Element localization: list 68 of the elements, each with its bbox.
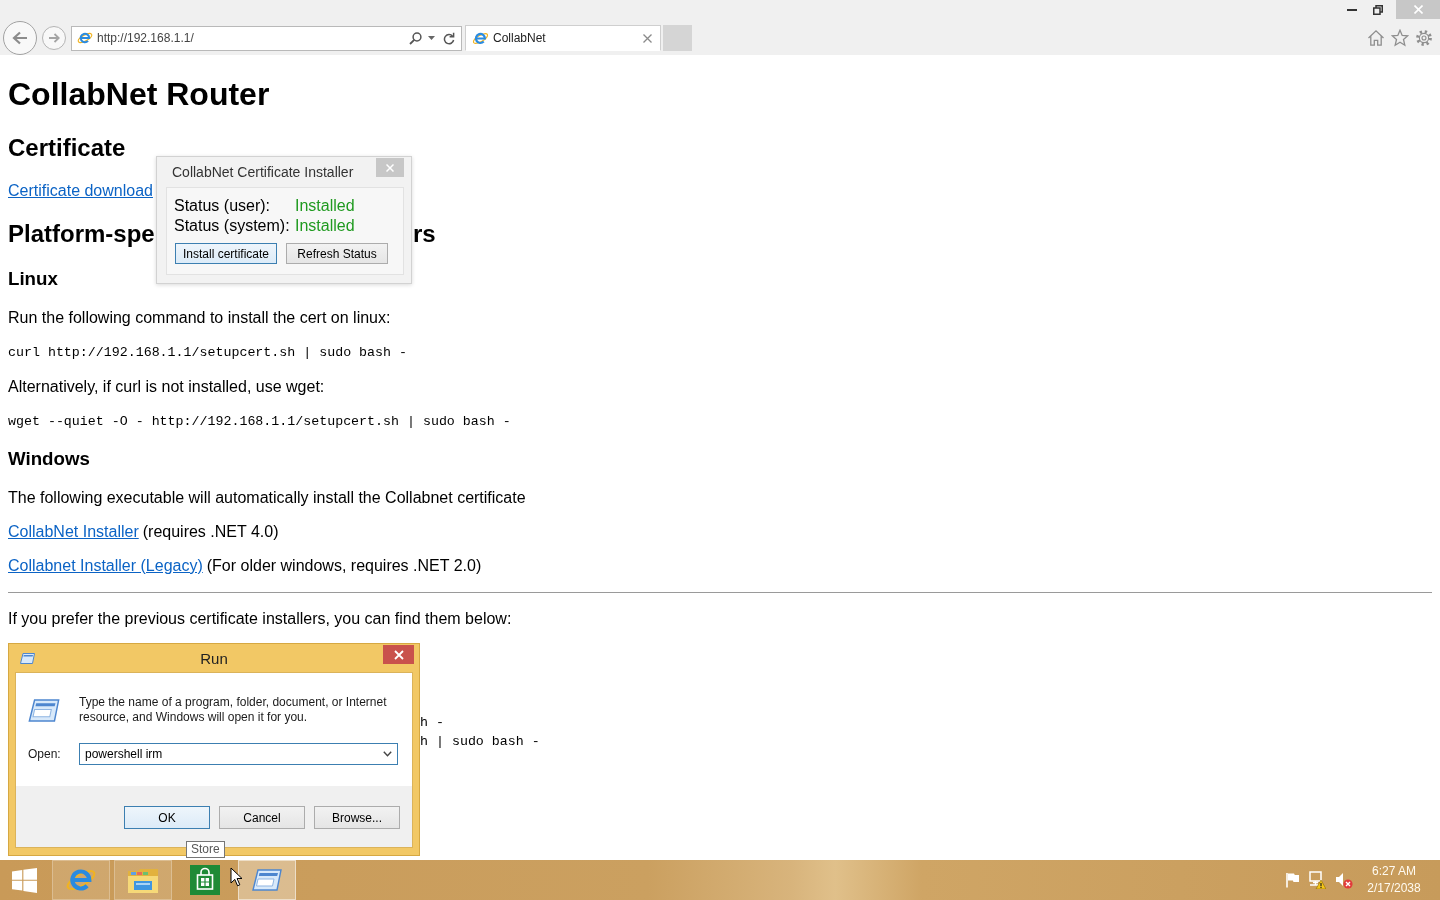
code-line: h | sudo bash - xyxy=(420,733,540,751)
subsection-heading: Linux xyxy=(8,268,59,290)
refresh-icon[interactable] xyxy=(443,31,455,45)
paragraph: Alternatively, if curl is not installed, use wget: xyxy=(8,378,326,396)
close-icon[interactable] xyxy=(643,33,652,43)
browser-tab[interactable]: CollabNet xyxy=(465,25,661,51)
network-warning-icon[interactable] xyxy=(1309,871,1326,889)
status-value: Installed xyxy=(295,196,355,216)
window-icon xyxy=(19,653,36,664)
window-icon xyxy=(252,869,282,891)
close-icon xyxy=(1413,5,1423,14)
paragraph: Run the following command to install the cert on linux: xyxy=(8,309,392,327)
page-title: CollabNet Router xyxy=(8,76,271,113)
restore-icon xyxy=(1373,4,1383,15)
code-line: wget --quiet -O - http://192.168.1.1/setupcert.sh | sudo bash - xyxy=(8,414,512,429)
home-icon[interactable] xyxy=(1367,29,1385,47)
paragraph: If you prefer the previous certificate installers, you can find them below: xyxy=(8,610,513,628)
muted-speaker-icon[interactable] xyxy=(1335,871,1353,889)
folder-icon xyxy=(127,866,159,894)
dialog-button[interactable]: Cancel xyxy=(219,806,305,829)
subsection-heading: Windows xyxy=(8,448,91,470)
dialog-button[interactable]: Browse... xyxy=(314,806,400,829)
globe-e-icon xyxy=(77,30,93,46)
download-link[interactable]: Collabnet Installer (Legacy) xyxy=(8,557,203,574)
status-value: Installed xyxy=(295,216,355,236)
download-link[interactable]: CollabNet Installer xyxy=(8,523,139,540)
address-bar[interactable]: http://192.168.1.1/ xyxy=(71,25,462,51)
forward-button[interactable] xyxy=(42,26,66,50)
right-arrow-icon xyxy=(48,33,60,43)
field-label: Open: xyxy=(28,747,62,761)
dialog-button[interactable]: Install certificate xyxy=(175,243,277,264)
dialog-description: Type the name of a program, folder, document, or Internet resource, and Windows will open it for you. xyxy=(79,695,388,725)
left-arrow-icon xyxy=(12,31,28,45)
section-heading: Certificate xyxy=(8,134,127,162)
caret-icon[interactable] xyxy=(428,36,435,40)
close-icon xyxy=(386,163,394,172)
section-heading: rs xyxy=(413,220,436,248)
shopping-bag-icon xyxy=(190,865,220,895)
mouse-pointer-icon xyxy=(230,867,243,887)
tooltip: Store xyxy=(186,841,225,858)
minimize-icon xyxy=(1347,8,1357,11)
dialog-button[interactable]: Refresh Status xyxy=(286,243,388,264)
taskbar-button[interactable] xyxy=(52,860,110,900)
back-button[interactable] xyxy=(3,21,37,55)
dialog-title: CollabNet Certificate Installer xyxy=(172,164,354,180)
windows-logo-icon xyxy=(11,867,37,893)
status-label: Status (system): xyxy=(174,216,290,236)
settings-icon[interactable] xyxy=(1415,29,1433,47)
command-combobox[interactable]: powershell irm xyxy=(79,743,398,765)
window-icon xyxy=(28,699,60,722)
dialog-title: Run xyxy=(200,649,228,667)
dialog-button[interactable]: OK xyxy=(124,806,210,829)
download-link[interactable]: Certificate download xyxy=(8,182,153,199)
status-label: Status (user): xyxy=(174,196,271,216)
link-note: (For older windows, requires .NET 2.0) xyxy=(206,557,482,574)
taskbar-button[interactable] xyxy=(238,860,296,900)
paragraph: The following executable will automatically install the Collabnet certificate xyxy=(8,489,527,507)
flag-icon[interactable] xyxy=(1285,872,1300,888)
code-line: curl http://192.168.1.1/setupcert.sh | sudo bash - xyxy=(8,345,408,360)
section-heading: Platform-spe xyxy=(8,220,155,248)
taskbar-button[interactable] xyxy=(114,860,172,900)
code-line: h - xyxy=(420,714,444,732)
chevron-down-icon[interactable] xyxy=(383,751,392,757)
close-icon xyxy=(393,649,404,660)
star-icon[interactable] xyxy=(1391,29,1409,47)
close-button[interactable] xyxy=(383,645,414,664)
search-icon[interactable] xyxy=(409,31,422,45)
link-note: (requires .NET 4.0) xyxy=(142,523,279,540)
